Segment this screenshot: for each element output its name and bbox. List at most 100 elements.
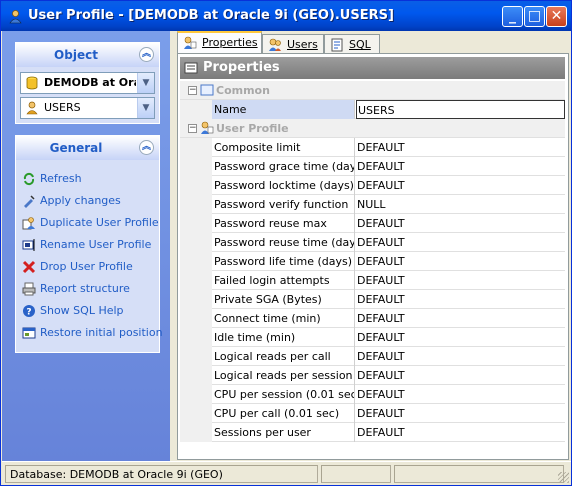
property-value[interactable]: DEFAULT <box>356 347 565 366</box>
status-panel-2 <box>321 465 391 483</box>
property-row-name[interactable]: Name USERS <box>180 100 565 119</box>
row-margin <box>180 328 212 347</box>
collapse-chevron-icon[interactable]: ︽ <box>139 140 154 155</box>
profile-combo-value: USERS <box>44 101 81 114</box>
tab-users-label: Users <box>287 38 318 51</box>
property-row[interactable]: Composite limit DEFAULT <box>180 138 565 157</box>
rename-icon <box>22 239 35 251</box>
title-bar[interactable]: User Profile - [DEMODB at Oracle 9i (GEO… <box>1 1 571 31</box>
property-name: Password grace time (days) <box>212 157 355 176</box>
row-margin <box>180 309 212 328</box>
property-row[interactable]: CPU per call (0.01 sec) DEFAULT <box>180 404 565 423</box>
property-value[interactable]: DEFAULT <box>356 423 565 442</box>
property-value[interactable]: DEFAULT <box>356 176 565 195</box>
object-panel-title: Object <box>54 48 98 62</box>
collapse-chevron-icon[interactable]: ︽ <box>139 47 154 62</box>
collapse-icon[interactable]: − <box>188 86 197 95</box>
property-row[interactable]: Sessions per user DEFAULT <box>180 423 565 442</box>
row-margin <box>180 157 212 176</box>
row-margin <box>180 347 212 366</box>
report-structure-label: Report structure <box>40 282 130 295</box>
property-value[interactable]: DEFAULT <box>356 138 565 157</box>
tab-properties-label: Properties <box>202 36 258 49</box>
property-value[interactable]: NULL <box>356 195 565 214</box>
property-row[interactable]: Password life time (days) DEFAULT <box>180 252 565 271</box>
drop-icon <box>22 260 36 274</box>
resize-grip-icon[interactable] <box>558 472 569 483</box>
property-name: Password reuse max <box>212 214 355 233</box>
property-name: Password reuse time (days) <box>212 233 355 252</box>
property-name: CPU per call (0.01 sec) <box>212 404 355 423</box>
status-database-text: Database: DEMODB at Oracle 9i (GEO) <box>10 468 223 481</box>
chevron-down-icon[interactable]: ▼ <box>137 73 154 93</box>
property-row[interactable]: Password verify function NULL <box>180 195 565 214</box>
property-value[interactable]: DEFAULT <box>356 233 565 252</box>
property-name: Logical reads per session <box>212 366 355 385</box>
property-value[interactable]: DEFAULT <box>356 157 565 176</box>
general-panel: General ︽ Refresh Apply changes Duplicat… <box>15 135 163 353</box>
database-combo[interactable]: DEMODB at Oracle 9i (GEO) ▼ <box>20 72 155 94</box>
object-panel: Object ︽ DEMODB at Oracle 9i (GEO) ▼ USE… <box>15 42 160 124</box>
close-button[interactable]: ✕ <box>546 6 567 27</box>
property-value-input[interactable]: USERS <box>356 100 565 119</box>
property-row[interactable]: Password reuse time (days) DEFAULT <box>180 233 565 252</box>
row-margin <box>180 404 212 423</box>
property-value[interactable]: DEFAULT <box>356 309 565 328</box>
category-common[interactable]: − Common <box>180 81 565 100</box>
general-panel-header[interactable]: General ︽ <box>16 136 159 160</box>
property-row[interactable]: Password grace time (days) DEFAULT <box>180 157 565 176</box>
property-row[interactable]: Password reuse max DEFAULT <box>180 214 565 233</box>
property-value[interactable]: DEFAULT <box>356 404 565 423</box>
database-combo-value: DEMODB at Oracle 9i (GEO) <box>44 76 136 89</box>
property-value[interactable]: DEFAULT <box>356 328 565 347</box>
property-row[interactable]: CPU per session (0.01 sec) DEFAULT <box>180 385 565 404</box>
category-user-profile[interactable]: − User Profile <box>180 119 565 138</box>
property-row[interactable]: Password locktime (days) DEFAULT <box>180 176 565 195</box>
navigation-pane: Object ︽ DEMODB at Oracle 9i (GEO) ▼ USE… <box>2 31 170 461</box>
property-value[interactable]: DEFAULT <box>356 385 565 404</box>
collapse-icon[interactable]: − <box>188 124 197 133</box>
rename-profile-label: Rename User Profile <box>40 238 152 251</box>
report-icon <box>22 282 36 296</box>
chevron-down-icon[interactable]: ▼ <box>137 98 154 118</box>
property-row[interactable]: Logical reads per session DEFAULT <box>180 366 565 385</box>
users-icon <box>269 38 281 51</box>
row-margin <box>180 100 212 119</box>
properties-icon <box>184 36 197 49</box>
property-value[interactable]: DEFAULT <box>356 271 565 290</box>
tab-properties[interactable]: Properties <box>177 31 262 53</box>
property-value[interactable]: DEFAULT <box>356 290 565 309</box>
object-panel-header[interactable]: Object ︽ <box>16 43 159 67</box>
property-value[interactable]: DEFAULT <box>356 252 565 271</box>
tab-users[interactable]: Users <box>262 34 324 53</box>
row-margin <box>180 385 212 404</box>
minimize-button[interactable]: _ <box>502 6 523 27</box>
user-profile-icon <box>9 10 22 24</box>
property-row[interactable]: Idle time (min) DEFAULT <box>180 328 565 347</box>
status-bar: Database: DEMODB at Oracle 9i (GEO) <box>2 461 571 485</box>
profile-combo[interactable]: USERS ▼ <box>20 97 155 119</box>
tab-sql[interactable]: SQL <box>324 34 380 53</box>
category-common-label: Common <box>216 84 270 97</box>
property-row[interactable]: Private SGA (Bytes) DEFAULT <box>180 290 565 309</box>
drop-profile-label: Drop User Profile <box>40 260 133 273</box>
common-category-icon <box>200 84 214 96</box>
user-profile-category-icon <box>201 121 214 134</box>
property-value[interactable]: DEFAULT <box>356 214 565 233</box>
property-name: Password locktime (days) <box>212 176 355 195</box>
property-row[interactable]: Logical reads per call DEFAULT <box>180 347 565 366</box>
sql-icon <box>331 38 343 52</box>
window-title: User Profile - [DEMODB at Oracle 9i (GEO… <box>28 8 394 23</box>
property-name: Composite limit <box>212 138 355 157</box>
property-row[interactable]: Connect time (min) DEFAULT <box>180 309 565 328</box>
row-margin <box>180 252 212 271</box>
property-name: Sessions per user <box>212 423 355 442</box>
maximize-button[interactable]: □ <box>524 6 545 27</box>
row-margin <box>180 176 212 195</box>
property-value[interactable]: DEFAULT <box>356 366 565 385</box>
property-row[interactable]: Failed login attempts DEFAULT <box>180 271 565 290</box>
status-panel-3 <box>394 465 564 483</box>
property-name: CPU per session (0.01 sec) <box>212 385 355 404</box>
row-margin <box>180 423 212 442</box>
user-profile-window: User Profile - [DEMODB at Oracle 9i (GEO… <box>0 0 572 486</box>
